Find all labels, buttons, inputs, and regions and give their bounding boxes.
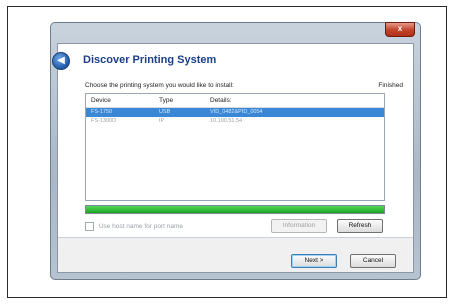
details-cell: 10.100.51.54 — [210, 118, 243, 124]
device-list[interactable]: Device Type Details: FS-1750 USB VID_048… — [85, 93, 385, 201]
type-cell: USB — [159, 109, 171, 115]
close-button[interactable]: x — [385, 22, 415, 37]
status-text: Finished — [378, 82, 403, 89]
list-item[interactable]: FS-1300D IP 10.100.51.54 — [86, 117, 384, 126]
column-header-type[interactable]: Type — [159, 97, 173, 104]
back-arrow-icon: ◀ — [57, 55, 65, 66]
type-cell: IP — [159, 118, 165, 124]
page-title: Discover Printing System — [83, 54, 217, 66]
instruction-text: Choose the printing system you would lik… — [85, 82, 234, 89]
dialog-footer: Next > Cancel — [58, 238, 413, 272]
next-button[interactable]: Next > — [291, 254, 337, 268]
column-header-details[interactable]: Details: — [210, 97, 232, 104]
progress-fill — [86, 206, 384, 213]
refresh-button[interactable]: Refresh — [337, 219, 383, 233]
cancel-button[interactable]: Cancel — [350, 254, 396, 268]
device-cell: FS-1300D — [91, 118, 117, 124]
back-button[interactable]: ◀ — [52, 52, 70, 70]
progress-bar — [85, 205, 385, 214]
details-cell: VID_0482&PID_0054 — [210, 109, 263, 115]
device-cell: FS-1750 — [91, 109, 113, 115]
host-name-checkbox[interactable] — [85, 222, 94, 231]
dialog-window: x ◀ Discover Printing System Choose the … — [50, 22, 421, 280]
column-header-device[interactable]: Device — [91, 97, 111, 104]
information-button[interactable]: Information — [271, 219, 327, 233]
list-header: Device Type Details: — [86, 94, 384, 108]
dialog-client-area: ◀ Discover Printing System Choose the pr… — [52, 43, 414, 273]
close-icon: x — [397, 24, 403, 33]
host-name-option[interactable]: Use host name for port name — [85, 222, 183, 231]
list-item[interactable]: FS-1750 USB VID_0482&PID_0054 — [86, 108, 384, 117]
host-name-label: Use host name for port name — [98, 223, 183, 231]
